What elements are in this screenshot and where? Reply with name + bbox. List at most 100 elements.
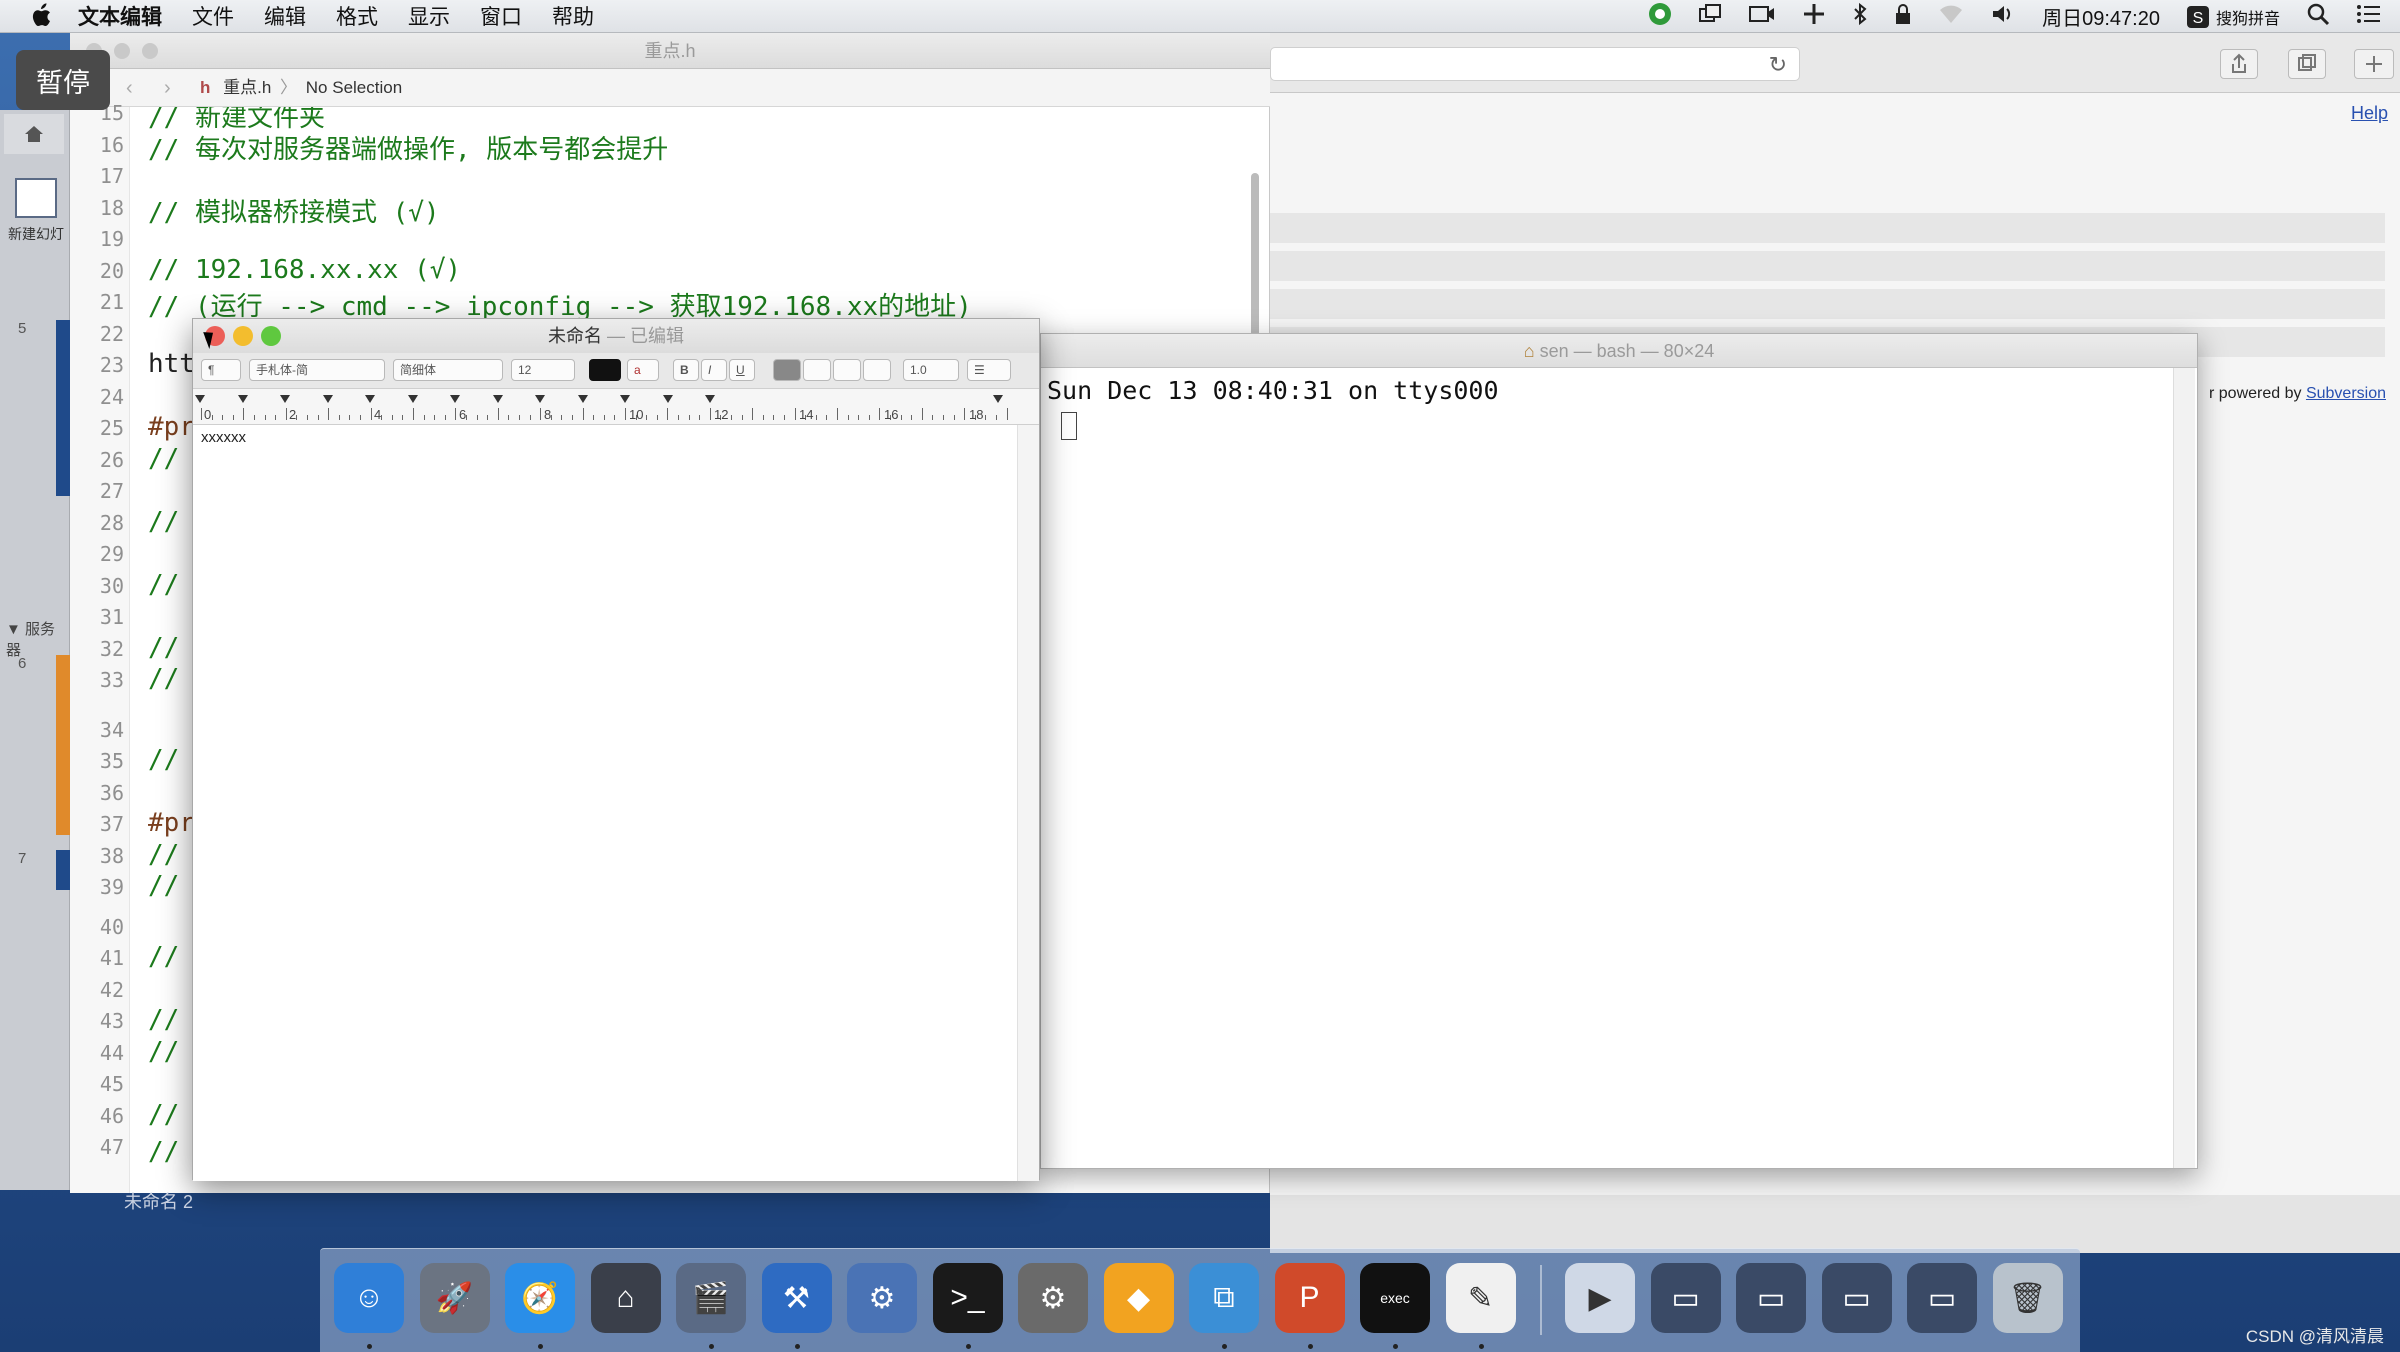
zoom-button[interactable] (142, 43, 158, 59)
jump-bar-file[interactable]: 重点.h (223, 78, 271, 97)
exec-icon[interactable]: exec (1360, 1263, 1430, 1333)
tab-stop-icon[interactable] (280, 395, 290, 403)
tab-stop-icon[interactable] (237, 395, 248, 403)
tab-stop-icon[interactable] (620, 395, 630, 403)
tab-stop-icon[interactable] (662, 395, 673, 403)
line-spacing-select[interactable]: 1.0 (903, 359, 959, 381)
italic-button[interactable]: I (701, 359, 727, 381)
tab-stop-icon[interactable] (365, 395, 375, 403)
underline-button[interactable]: U (729, 359, 755, 381)
lock-icon[interactable] (1894, 2, 1912, 32)
jump-bar-selection[interactable]: No Selection (306, 78, 402, 97)
spotlight-search-icon[interactable] (2306, 2, 2330, 32)
safari-icon[interactable]: 🧭 (505, 1263, 575, 1333)
windows-icon[interactable] (1698, 3, 1722, 31)
tab-stop-icon[interactable] (577, 395, 588, 403)
terminal-output[interactable]: Sun Dec 13 08:40:31 on ttys000 (1041, 368, 2177, 1168)
tab-stop-icon[interactable] (705, 395, 715, 403)
launchpad-icon[interactable]: 🚀 (419, 1263, 490, 1333)
terminal-icon[interactable]: >_ (932, 1263, 1003, 1333)
slide-thumbnail[interactable] (56, 320, 70, 496)
font-family-select[interactable]: 手札体-简 (249, 359, 385, 381)
bluetooth-icon[interactable] (1852, 2, 1868, 32)
menu-window[interactable]: 窗口 (480, 1, 522, 31)
menu-edit[interactable]: 编辑 (264, 1, 306, 31)
camera-icon[interactable] (1748, 3, 1776, 31)
move-icon[interactable] (1802, 2, 1826, 32)
document-body[interactable]: xxxxxx (193, 425, 1019, 1181)
keynote-icon[interactable]: 🎬 (676, 1263, 746, 1333)
terminal-scrollbar[interactable] (2173, 368, 2195, 1168)
cornerstone-icon[interactable]: ⧉ (1189, 1263, 1259, 1333)
minimize-button[interactable] (233, 326, 253, 346)
list-style-icon[interactable]: ☰ (967, 359, 1011, 381)
zoom-button[interactable] (261, 326, 281, 346)
font-size-select[interactable]: 12 (511, 359, 575, 381)
tab-stop-icon[interactable] (492, 395, 503, 403)
minimize-button[interactable] (114, 43, 130, 59)
slide-thumbnail[interactable] (56, 655, 70, 835)
align-right-icon[interactable] (833, 359, 861, 381)
powerpoint-icon[interactable]: P (1274, 1263, 1345, 1333)
mouse-icon[interactable]: ⌂ (590, 1263, 661, 1333)
slide-thumbnail[interactable] (56, 850, 70, 890)
align-justify-icon[interactable] (863, 359, 891, 381)
ime-indicator[interactable]: S 搜狗拼音 (2186, 5, 2280, 29)
volume-icon[interactable] (1990, 3, 2016, 31)
back-arrow-icon[interactable]: ‹ (126, 69, 133, 107)
ruler[interactable]: 0 2 4 6 8 10 12 14 16 18 (193, 389, 1039, 425)
reload-icon[interactable]: ↻ (1769, 52, 1787, 78)
apple-menu-icon[interactable] (28, 3, 54, 29)
forward-arrow-icon[interactable]: › (164, 69, 171, 107)
font-style-select[interactable]: 简细体 (393, 359, 503, 381)
presentation-1-icon[interactable]: ▭ (1650, 1263, 1721, 1333)
share-button[interactable] (2220, 49, 2258, 79)
right-margin-marker-icon[interactable] (993, 395, 1003, 403)
subversion-link[interactable]: Subversion (2306, 385, 2386, 402)
align-left-icon[interactable] (773, 359, 801, 381)
presentation-2-icon[interactable]: ▭ (1736, 1263, 1806, 1333)
status-green-icon[interactable] (1648, 2, 1672, 32)
menu-file[interactable]: 文件 (192, 1, 234, 31)
tab-stop-icon[interactable] (195, 395, 205, 403)
text-color-well[interactable] (589, 359, 621, 381)
menu-view[interactable]: 显示 (408, 1, 450, 31)
code-line: // (148, 839, 180, 870)
menubar-clock[interactable]: 周日09:47:20 (2042, 2, 2160, 31)
home-icon[interactable] (4, 114, 64, 154)
align-center-icon[interactable] (803, 359, 831, 381)
highlight-color-icon[interactable]: a (627, 359, 659, 381)
terminal-window: ⌂ sen — bash — 80×24 Sun Dec 13 08:40:31… (1040, 333, 2198, 1169)
menu-app-name[interactable]: 文本编辑 (78, 1, 162, 31)
help-link[interactable]: Help (2351, 103, 2388, 124)
system-preferences-icon[interactable]: ⚙ (1018, 1263, 1088, 1333)
tab-stop-icon[interactable] (407, 395, 418, 403)
ruler-tick (603, 415, 605, 420)
tab-stop-icon[interactable] (322, 395, 333, 403)
menu-help[interactable]: 帮助 (552, 1, 594, 31)
sketch-icon[interactable]: ◆ (1103, 1263, 1174, 1333)
tabs-overview-button[interactable] (2288, 49, 2326, 79)
notification-center-icon[interactable] (2356, 3, 2382, 31)
textedit-scrollbar[interactable] (1017, 425, 1039, 1181)
bold-button[interactable]: B (673, 359, 699, 381)
slide-group-label[interactable]: ▼ 服务器 (6, 618, 69, 660)
new-tab-button[interactable] (2354, 49, 2394, 79)
trash-icon[interactable]: 🗑 (1992, 1263, 2063, 1333)
address-bar[interactable]: ↻ (1270, 47, 1800, 81)
pause-badge[interactable]: 暂停 (16, 50, 110, 110)
wifi-icon[interactable] (1938, 3, 1964, 31)
paragraph-style-select[interactable]: ¶ (201, 359, 241, 381)
menu-format[interactable]: 格式 (336, 1, 378, 31)
instruments-icon[interactable]: ⚙ (847, 1263, 917, 1333)
presentation-3-icon[interactable]: ▭ (1821, 1263, 1892, 1333)
presentation-4-icon[interactable]: ▭ (1907, 1263, 1977, 1333)
xcode-icon[interactable]: ⚒ (761, 1263, 832, 1333)
tab-stop-icon[interactable] (450, 395, 460, 403)
tab-stop-icon[interactable] (535, 395, 545, 403)
textedit-icon[interactable]: ✎ (1445, 1263, 1516, 1333)
browser-footer (1270, 1195, 2400, 1253)
finder-icon[interactable]: ☺ (334, 1263, 404, 1333)
new-slide-button[interactable]: 新建幻灯 (4, 170, 68, 270)
screenflow-icon[interactable]: ▶ (1565, 1263, 1635, 1333)
